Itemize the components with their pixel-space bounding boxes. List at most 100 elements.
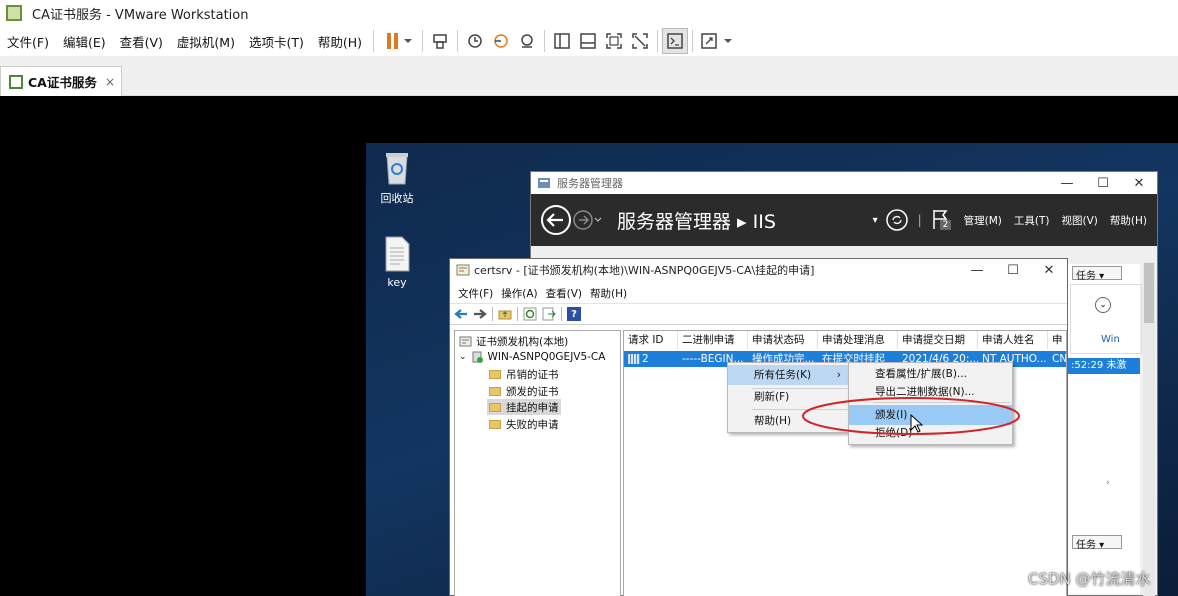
vmware-logo-icon (6, 5, 22, 21)
tree-node-revoked[interactable]: 吊销的证书 (489, 366, 559, 382)
scrollbar[interactable] (1143, 262, 1155, 596)
toolbar-separator (422, 30, 424, 52)
chevron-down-icon[interactable]: ⌄ (459, 352, 467, 362)
watermark: CSDN @竹流清水 (1028, 570, 1151, 588)
close-icon[interactable]: × (105, 75, 115, 89)
window-title: certsrv - [证书颁发机构(本地)\WIN-ASNPQ0GEJV5-CA… (474, 264, 815, 277)
menu-help[interactable]: 帮助(H) (1110, 213, 1147, 228)
menu-action[interactable]: 操作(A) (501, 286, 537, 301)
tree-node-ca-server[interactable]: ⌄ WIN-ASNPQ0GEJV5-CA (459, 349, 605, 365)
tab-label: CA证书服务 (28, 75, 97, 90)
scrollbar-thumb[interactable] (1144, 263, 1154, 323)
notification-badge: 2 (939, 219, 952, 230)
refresh-icon[interactable] (523, 307, 537, 321)
help-icon[interactable]: ? (567, 307, 581, 321)
server-manager-header: 服务器管理器 ▸ IIS ▾ | 2 管理(M) 工具(T) 视图(V) 帮助(… (531, 194, 1157, 246)
table-row[interactable]: :52:29 未激 (1068, 358, 1140, 374)
toolbar-separator (657, 30, 659, 52)
tree-node-issued[interactable]: 颁发的证书 (489, 383, 559, 399)
column-header-more[interactable]: 申 (1048, 331, 1066, 349)
cell-request-id: 2 (624, 351, 678, 367)
menu-view[interactable]: 视图(V) (1062, 213, 1098, 228)
column-header-request-id[interactable]: 请求 ID (624, 331, 678, 349)
menu-view[interactable]: 查看(V) (546, 286, 582, 301)
fullscreen-icon[interactable] (601, 28, 627, 54)
back-arrow-icon[interactable] (454, 307, 468, 321)
certificate-authority-icon (459, 336, 472, 346)
tree-node-failed[interactable]: 失败的申请 (489, 416, 559, 432)
suspend-icon[interactable] (378, 28, 418, 54)
chevron-right-icon: › (836, 369, 841, 381)
notifications-flag-icon[interactable]: 2 (930, 208, 952, 233)
page-title: 服务器管理器 ▸ IIS (617, 210, 776, 233)
menu-vm[interactable]: 虚拟机(M) (170, 32, 242, 51)
forward-arrow-icon[interactable] (473, 307, 487, 321)
column-header-win: Win (1101, 334, 1120, 345)
vm-tab-icon (9, 74, 23, 89)
vmware-menubar: 文件(F) 编辑(E) 查看(V) 虚拟机(M) 选项卡(T) 帮助(H) (0, 26, 1178, 56)
thumbnail-view-icon[interactable] (575, 28, 601, 54)
menu-tools[interactable]: 工具(T) (1014, 213, 1050, 228)
menu-file[interactable]: 文件(F) (458, 286, 493, 301)
unity-icon[interactable] (627, 28, 653, 54)
expand-icon[interactable]: ⌄ (1095, 297, 1111, 313)
back-forward-icon[interactable] (539, 203, 603, 237)
column-header-message[interactable]: 申请处理消息 (818, 331, 898, 349)
recycle-bin-icon (382, 150, 412, 186)
tree-node-label: WIN-ASNPQ0GEJV5-CA (487, 351, 606, 363)
desktop-icon-label: 回收站 (380, 192, 414, 205)
export-list-icon[interactable] (542, 307, 556, 321)
minimize-button[interactable]: — (959, 263, 995, 278)
menu-edit[interactable]: 编辑(E) (56, 32, 113, 51)
close-button[interactable]: ✕ (1121, 176, 1157, 191)
request-icon (628, 354, 640, 364)
tree-node-ca-root[interactable]: 证书颁发机构(本地) (459, 333, 568, 349)
menu-help[interactable]: 帮助(H) (590, 286, 627, 301)
certsrv-menubar: 文件(F) 操作(A) 查看(V) 帮助(H) (450, 283, 1067, 303)
column-header-binary[interactable]: 二进制申请 (678, 331, 748, 349)
tab-ca-service[interactable]: CA证书服务 × (0, 66, 122, 96)
minimize-button[interactable]: — (1049, 176, 1085, 191)
tree-node-label: 证书颁发机构(本地) (476, 335, 569, 348)
send-ctrl-alt-del-icon[interactable] (427, 28, 453, 54)
tasks-button-2[interactable]: 任务 ▾ (1072, 535, 1122, 551)
column-header-date[interactable]: 申请提交日期 (898, 331, 978, 349)
menu-manage[interactable]: 管理(M) (964, 213, 1002, 228)
column-header-requester[interactable]: 申请人姓名 (978, 331, 1048, 349)
folder-icon (489, 369, 501, 379)
desktop-icon-recycle-bin[interactable]: 回收站 (367, 150, 427, 206)
dropdown-arrow-icon[interactable]: ▾ (873, 215, 878, 226)
refresh-icon[interactable] (884, 207, 910, 233)
snapshot-icon[interactable] (462, 28, 488, 54)
sidebar-view-icon[interactable] (549, 28, 575, 54)
desktop-icon-key[interactable]: key (367, 236, 427, 289)
menu-item-view-properties[interactable]: 查看属性/扩展(B)... (849, 364, 1012, 384)
tree-node-pending[interactable]: 挂起的申请 (487, 399, 561, 415)
maximize-button[interactable]: ☐ (1085, 176, 1121, 191)
menu-item-all-tasks[interactable]: 所有任务(K) › (728, 365, 849, 385)
up-folder-icon[interactable] (498, 307, 512, 321)
tree-node-label: 颁发的证书 (506, 385, 559, 398)
mouse-cursor-icon (910, 414, 924, 433)
stretch-guest-icon[interactable] (697, 28, 737, 54)
column-header-status-code[interactable]: 申请状态码 (748, 331, 818, 349)
toolbar-separator (373, 30, 375, 52)
close-button[interactable]: ✕ (1031, 263, 1067, 278)
revert-snapshot-icon[interactable] (488, 28, 514, 54)
tree-node-label: 失败的申请 (506, 418, 559, 431)
tasks-button[interactable]: 任务 ▾ (1072, 266, 1122, 282)
server-manager-titlebar: 服务器管理器 — ☐ ✕ (531, 172, 1157, 194)
certsrv-titlebar: certsrv - [证书颁发机构(本地)\WIN-ASNPQ0GEJV5-CA… (450, 259, 1067, 281)
certificate-icon (456, 264, 470, 276)
menu-file[interactable]: 文件(F) (0, 32, 56, 51)
menu-view[interactable]: 查看(V) (113, 32, 170, 51)
folder-icon (489, 402, 501, 412)
maximize-button[interactable]: ☐ (995, 263, 1031, 278)
menu-tabs[interactable]: 选项卡(T) (242, 32, 311, 51)
menu-help[interactable]: 帮助(H) (311, 32, 369, 51)
console-view-icon[interactable] (662, 28, 689, 54)
vmware-tabbar: CA证书服务 × (0, 56, 1178, 96)
snapshot-manager-icon[interactable] (514, 28, 540, 54)
toolbar-separator (457, 30, 459, 52)
scroll-right-icon[interactable]: › (1106, 478, 1110, 488)
